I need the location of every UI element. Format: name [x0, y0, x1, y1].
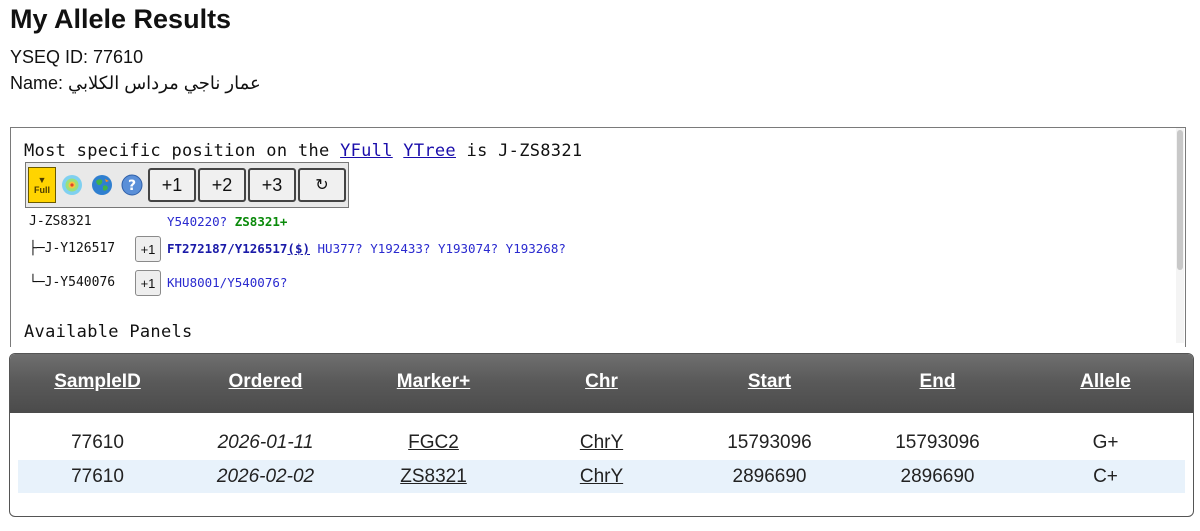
- cell-ordered: 2026-02-02: [216, 466, 315, 487]
- allele-results-table: SampleID Ordered Marker+ Chr Start End A…: [9, 353, 1194, 517]
- cell-allele: C+: [1093, 466, 1118, 487]
- expand-node-button[interactable]: +1: [135, 270, 161, 296]
- most-specific-position-line: Most specific position on the YFull YTre…: [24, 141, 582, 161]
- tree-toolbar: ▼ Full ? +1 +2 +3 ↻: [25, 162, 349, 208]
- expand-plus2-button[interactable]: +2: [198, 168, 246, 202]
- svg-text:?: ?: [128, 178, 136, 194]
- col-header-ordered[interactable]: Ordered: [181, 371, 350, 393]
- yfull-link[interactable]: YFull: [340, 141, 393, 161]
- specific-prefix: Most specific position on the: [24, 141, 330, 161]
- available-panels-heading: Available Panels: [24, 322, 193, 342]
- col-header-sampleid[interactable]: SampleID: [13, 371, 182, 393]
- cell-start: 15793096: [727, 432, 812, 453]
- col-header-end[interactable]: End: [853, 371, 1022, 393]
- refresh-button[interactable]: ↻: [298, 168, 346, 202]
- name-line: Name: عمار ناجي مرداس الكلابي: [10, 73, 261, 93]
- tree-node-snps: Y540220? ZS8321+: [167, 214, 287, 229]
- snp-khu8001: KHU8001/Y540076?: [167, 275, 288, 290]
- cell-sampleid: 77610: [71, 466, 124, 487]
- full-label: Full: [34, 185, 50, 195]
- table-row: 77610 2026-01-11 FGC2 ChrY 15793096 1579…: [18, 426, 1185, 459]
- heatmap-icon[interactable]: [58, 167, 86, 203]
- globe-map-icon[interactable]: [88, 167, 116, 203]
- tree-node-j-zs8321[interactable]: J-ZS8321: [29, 214, 92, 229]
- iframe-scrollbar[interactable]: [1176, 128, 1184, 343]
- col-header-start[interactable]: Start: [685, 371, 854, 393]
- tree-node-snps: KHU8001/Y540076?: [167, 275, 287, 290]
- full-tree-button[interactable]: ▼ Full: [28, 167, 56, 203]
- ytree-iframe: Most specific position on the YFull YTre…: [10, 127, 1186, 347]
- expand-node-button[interactable]: +1: [135, 236, 161, 262]
- yseq-id-line: YSEQ ID: 77610: [10, 47, 144, 67]
- specific-suffix: is J-ZS8321: [466, 141, 583, 161]
- table-header: SampleID Ordered Marker+ Chr Start End A…: [10, 354, 1193, 413]
- expand-plus1-button[interactable]: +1: [148, 168, 196, 202]
- col-header-marker[interactable]: Marker+: [349, 371, 518, 393]
- tree-node-j-y126517[interactable]: ├─J-Y126517: [29, 241, 115, 256]
- price-link[interactable]: ($): [287, 241, 310, 256]
- full-arrow-icon: ▼: [37, 175, 47, 185]
- cell-chr-link[interactable]: ChrY: [517, 432, 686, 454]
- ytree-link[interactable]: YTree: [403, 141, 456, 161]
- snp-list: HU377? Y192433? Y193074? Y193268?: [317, 241, 566, 256]
- col-header-allele[interactable]: Allele: [1021, 371, 1190, 393]
- snp-y540220: Y540220?: [167, 214, 228, 229]
- cell-sampleid: 77610: [71, 432, 124, 453]
- scrollbar-thumb[interactable]: [1177, 130, 1183, 270]
- cell-end: 15793096: [895, 432, 980, 453]
- tree-node-j-y540076[interactable]: └─J-Y540076: [29, 275, 115, 290]
- snp-ft272187: FT272187/Y126517: [167, 241, 288, 256]
- snp-zs8321: ZS8321+: [234, 214, 288, 229]
- cell-marker-link[interactable]: FGC2: [349, 432, 518, 454]
- help-icon[interactable]: ?: [118, 167, 146, 203]
- cell-allele: G+: [1092, 432, 1119, 453]
- table-row: 77610 2026-02-02 ZS8321 ChrY 2896690 289…: [18, 460, 1185, 493]
- cell-end: 2896690: [900, 466, 975, 487]
- col-header-chr[interactable]: Chr: [517, 371, 686, 393]
- cell-ordered: 2026-01-11: [217, 432, 314, 453]
- cell-marker-link[interactable]: ZS8321: [349, 466, 518, 488]
- tree-node-snps: FT272187/Y126517($) HU377? Y192433? Y193…: [167, 241, 566, 256]
- expand-plus3-button[interactable]: +3: [248, 168, 296, 202]
- cell-chr-link[interactable]: ChrY: [517, 466, 686, 488]
- page-title: My Allele Results: [10, 4, 232, 34]
- cell-start: 2896690: [732, 466, 807, 487]
